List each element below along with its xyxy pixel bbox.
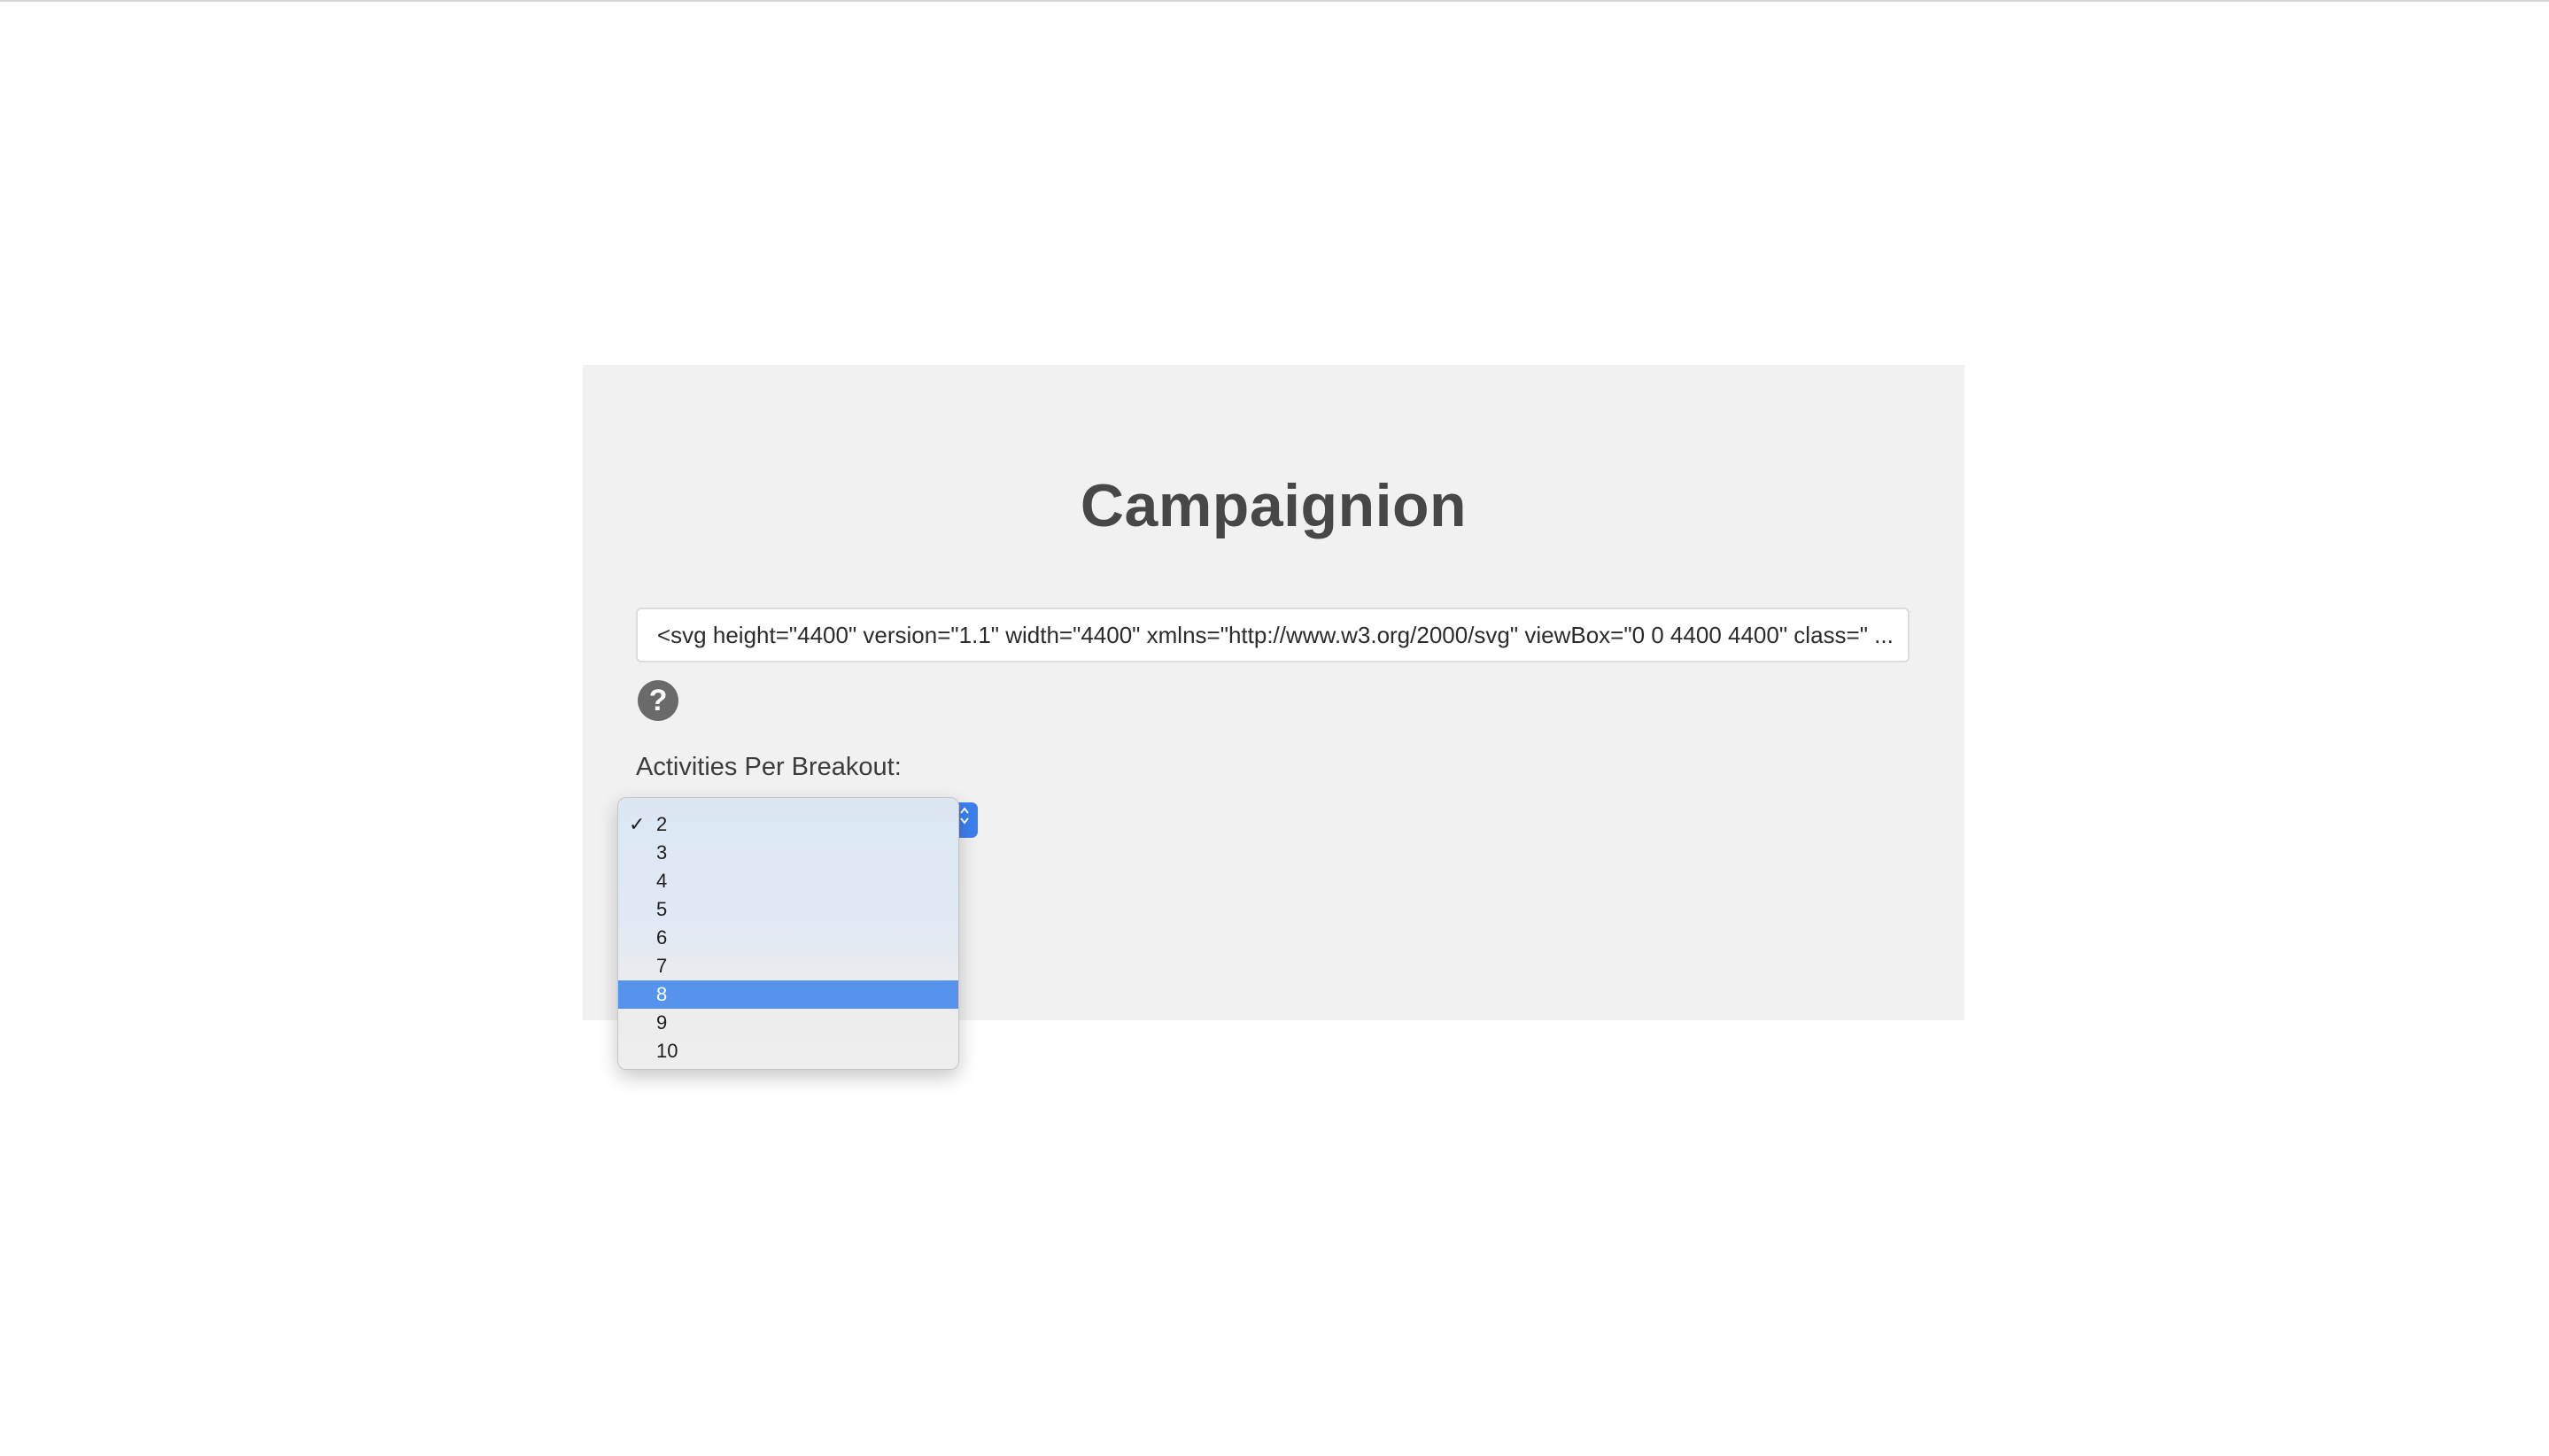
dropdown-option-7[interactable]: 7 <box>618 952 958 980</box>
dropdown-option-8[interactable]: 8 <box>618 980 958 1009</box>
option-label: 9 <box>656 1011 668 1034</box>
dropdown-option-3[interactable]: 3 <box>618 839 958 867</box>
option-label: 2 <box>656 813 668 835</box>
chevron-up-down-icon <box>960 807 969 825</box>
option-label: 7 <box>656 955 668 977</box>
dropdown-option-6[interactable]: 6 <box>618 924 958 952</box>
option-label: 3 <box>656 841 668 864</box>
option-label: 5 <box>656 898 668 920</box>
svg-code-input[interactable]: <svg height="4400" version="1.1" width="… <box>636 608 1910 662</box>
activities-per-breakout-label: Activities Per Breakout: <box>636 753 902 781</box>
dropdown-option-9[interactable]: 9 <box>618 1009 958 1037</box>
question-circle-icon[interactable]: ? <box>638 680 678 721</box>
top-border-line <box>0 0 2549 2</box>
page-title: Campaignion <box>1080 472 1468 539</box>
dropdown-option-2[interactable]: ✓ 2 <box>618 810 958 839</box>
option-label: 8 <box>656 983 668 1005</box>
option-label: 4 <box>656 870 668 892</box>
option-label: 10 <box>656 1040 678 1062</box>
checkmark-icon: ✓ <box>629 813 646 835</box>
option-label: 6 <box>656 926 668 949</box>
dropdown-option-10[interactable]: 10 <box>618 1037 958 1065</box>
dropdown-option-4[interactable]: 4 <box>618 867 958 895</box>
activities-per-breakout-dropdown[interactable]: ✓ 2 3 4 5 6 7 8 9 10 <box>617 797 959 1070</box>
dropdown-option-5[interactable]: 5 <box>618 895 958 924</box>
